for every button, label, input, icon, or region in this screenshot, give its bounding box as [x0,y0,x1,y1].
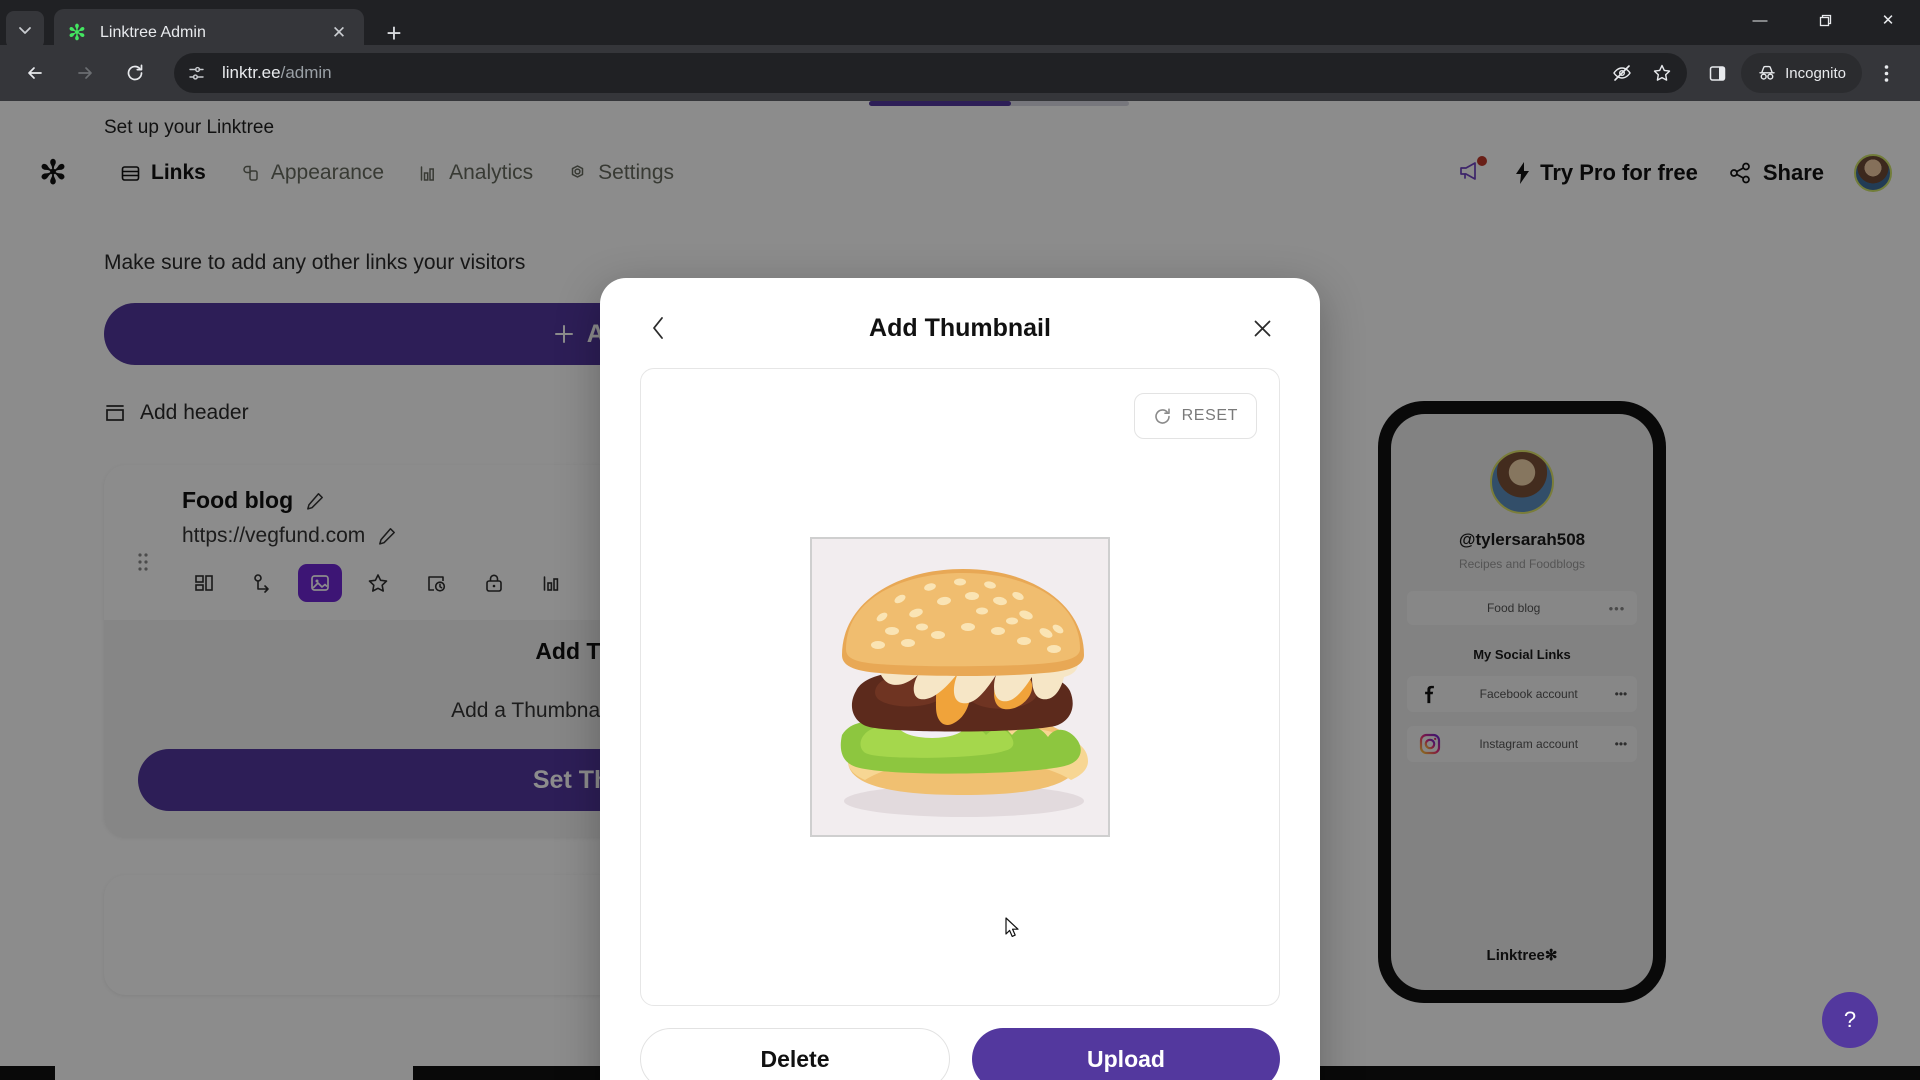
modal-close-button[interactable] [1244,310,1280,346]
image-crop-area[interactable]: RESET [640,368,1280,1006]
forward-button[interactable] [64,52,106,94]
arrow-left-icon [28,67,42,79]
upload-label: Upload [1087,1045,1165,1072]
close-icon [1254,320,1270,336]
add-thumbnail-modal: Add Thumbnail RESET Delete Upload [600,278,1320,1080]
address-bar-url: linktr.ee/admin [222,63,332,83]
incognito-indicator[interactable]: Incognito [1741,53,1862,93]
browser-toolbar: linktr.ee/admin Incognito [0,45,1920,101]
url-path: /admin [280,63,332,82]
window-close-button[interactable]: ✕ [1856,0,1920,40]
delete-button[interactable]: Delete [640,1028,950,1080]
modal-header: Add Thumbnail [640,302,1280,354]
incognito-label: Incognito [1785,64,1846,82]
help-button[interactable]: ? [1822,992,1878,1048]
tab-title: Linktree Admin [100,24,206,41]
back-button[interactable] [14,52,56,94]
linktree-asterisk-icon: ✻ [67,20,87,45]
tab-close-button[interactable]: ✕ [326,20,352,46]
question-mark-icon: ? [1843,1007,1857,1032]
side-panel-button[interactable] [1697,53,1737,93]
eye-slash-icon[interactable] [1605,56,1639,90]
page-content: Set up your Linktree ✻ Links Appearance … [0,101,1920,1080]
reset-label: RESET [1181,407,1238,424]
chrome-menu-button[interactable] [1866,53,1906,93]
chevron-down-icon [19,27,31,34]
three-dot-menu-icon [1884,64,1888,82]
reload-button[interactable] [114,52,156,94]
toolbar-right-actions: Incognito [1697,53,1906,93]
address-bar-actions [1605,56,1679,90]
page-settings-icon[interactable] [188,65,214,82]
reset-button[interactable]: RESET [1133,393,1257,439]
incognito-hat-icon [1759,65,1775,80]
url-host: linktr.ee [222,63,281,82]
bookmark-star-icon[interactable] [1645,56,1679,90]
window-maximize-button[interactable] [1792,0,1856,40]
side-panel-icon [1709,65,1725,81]
modal-actions: Delete Upload [640,1028,1280,1080]
maximize-icon [1819,14,1831,26]
modal-title: Add Thumbnail [869,313,1051,342]
burger-image [812,539,1108,835]
delete-label: Delete [760,1045,830,1072]
arrow-right-icon [78,67,92,79]
tab-search-button[interactable] [6,11,44,49]
upload-button[interactable]: Upload [972,1028,1280,1080]
refresh-icon [1154,407,1170,424]
address-bar[interactable]: linktr.ee/admin [174,53,1688,93]
window-minimize-button[interactable]: — [1728,0,1792,40]
burger-thumbnail-preview[interactable] [810,537,1110,837]
reload-icon [127,64,143,81]
